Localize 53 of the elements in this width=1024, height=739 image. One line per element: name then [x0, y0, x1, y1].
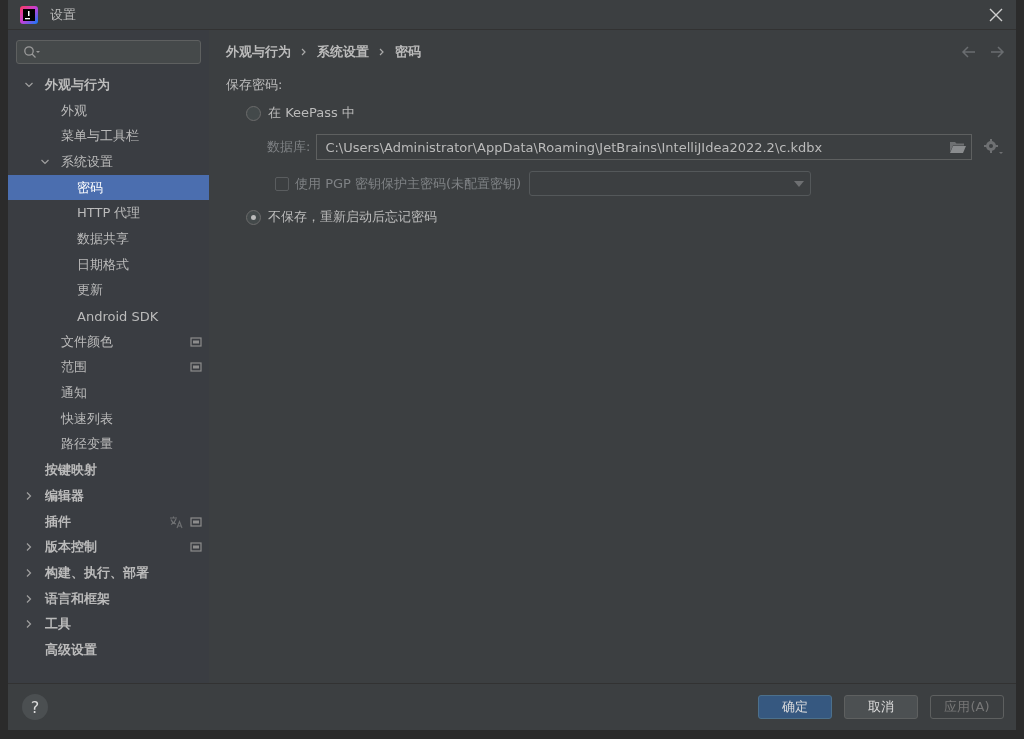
tree-item[interactable]: 文件颜色	[8, 328, 209, 355]
chevron-right-icon[interactable]	[24, 567, 34, 578]
tree-item[interactable]: 工具	[8, 611, 209, 638]
chevron-right-icon[interactable]	[24, 593, 34, 604]
tree-item[interactable]: 数据共享	[8, 226, 209, 252]
dropdown-arrow-icon	[794, 180, 805, 187]
database-path-field[interactable]: C:\Users\Administrator\AppData\Roaming\JetBrains\IntelliJIdea2022.2\c.kdbx	[316, 134, 973, 160]
search-field[interactable]	[16, 40, 201, 64]
tree-item[interactable]: 外观	[8, 97, 209, 124]
tree-item[interactable]: 版本控制	[8, 534, 209, 561]
tree-item[interactable]: 系统设置	[8, 149, 209, 175]
pgp-label: 使用 PGP 密钥保护主密码(未配置密钥)	[295, 174, 522, 193]
tree-item[interactable]: 路径变量	[8, 431, 209, 458]
window-title: 设置	[50, 5, 77, 24]
tree-item[interactable]: HTTP 代理	[8, 200, 209, 227]
gear-icon[interactable]	[983, 138, 1006, 156]
tree-item[interactable]: 编辑器	[8, 483, 209, 509]
tree-item[interactable]: 插件	[8, 508, 209, 535]
chevron-right-icon[interactable]	[24, 490, 34, 501]
breadcrumb-item: 系统设置	[317, 43, 369, 61]
tree-item[interactable]: 范围	[8, 354, 209, 381]
forward-button[interactable]	[989, 44, 1006, 60]
chevron-right-icon[interactable]	[24, 542, 34, 553]
dialog-button[interactable]: 确定	[758, 695, 832, 719]
tree-item[interactable]: 更新	[8, 277, 209, 304]
section-label: 保存密码:	[226, 76, 284, 94]
pgp-checkbox[interactable]	[275, 176, 289, 191]
tree-item[interactable]: 快速列表	[8, 405, 209, 432]
keepass-radio-option[interactable]: 在 KeePass 中	[246, 102, 1006, 124]
database-label: 数据库:	[267, 138, 311, 156]
breadcrumb-separator-icon	[379, 48, 385, 56]
breadcrumb-item: 外观与行为	[226, 43, 291, 61]
tree-item[interactable]: 密码	[8, 174, 209, 201]
tree-item[interactable]: 通知	[8, 380, 209, 406]
breadcrumb-item: 密码	[395, 43, 421, 61]
tree-item[interactable]: 按键映射	[8, 457, 209, 483]
app-logo-icon	[20, 5, 38, 24]
tree-item[interactable]: 外观与行为	[8, 72, 209, 98]
no-save-radio-option[interactable]: 不保存，重新启动后忘记密码	[246, 206, 1006, 228]
dialog-button[interactable]: 取消	[844, 695, 918, 719]
tree-item[interactable]: 日期格式	[8, 251, 209, 278]
folder-icon[interactable]	[949, 139, 968, 155]
help-button[interactable]: ?	[22, 694, 48, 720]
search-icon	[23, 45, 41, 59]
chevron-right-icon[interactable]	[24, 619, 34, 630]
close-icon	[989, 7, 1003, 22]
tree-item[interactable]: 语言和框架	[8, 585, 209, 612]
tree-item[interactable]: 构建、执行、部署	[8, 560, 209, 586]
back-button[interactable]	[961, 44, 978, 60]
tree-item[interactable]: Android SDK	[8, 303, 209, 329]
tree-item[interactable]: 高级设置	[8, 637, 209, 663]
breadcrumb-separator-icon	[301, 48, 307, 56]
tree-item[interactable]: 菜单与工具栏	[8, 123, 209, 150]
